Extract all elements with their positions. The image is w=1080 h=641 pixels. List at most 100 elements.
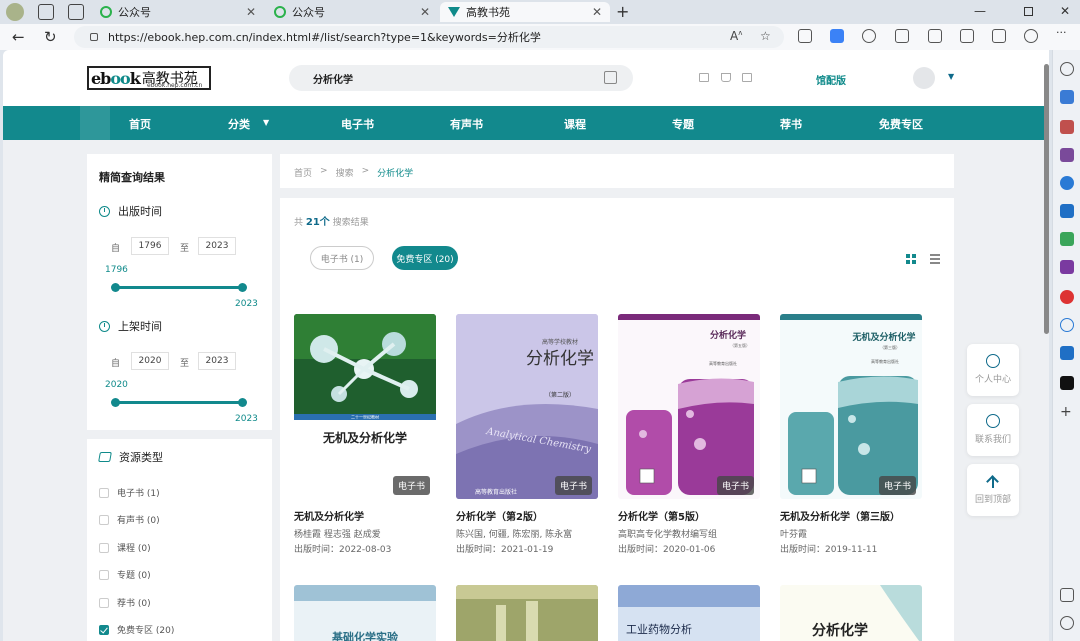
nav-topic[interactable]: 专题 <box>672 116 694 132</box>
onenote-icon[interactable] <box>1060 260 1074 274</box>
book-title[interactable]: 无机及分析化学（第三版） <box>780 508 900 523</box>
personal-center-button[interactable]: 个人中心 <box>967 344 1019 396</box>
book-cover[interactable]: 无机及分析化学 （第三版） 高等教育出版社 <box>780 314 922 499</box>
message-icon[interactable] <box>742 73 752 82</box>
book-cover[interactable]: 工业药物分析 <box>618 585 760 641</box>
checkbox-ebook[interactable]: 电子书 (1) <box>99 486 160 499</box>
book-title[interactable]: 分析化学（第5版） <box>618 508 705 523</box>
add-icon[interactable]: + <box>1060 405 1074 420</box>
close-icon[interactable]: ✕ <box>420 5 430 19</box>
checkbox-box[interactable] <box>99 542 109 553</box>
shelf-time-from-input[interactable]: 2020 <box>131 352 169 370</box>
split-screen-icon[interactable] <box>928 29 942 43</box>
search-box[interactable]: 分析化学 <box>289 65 633 91</box>
book-cover[interactable]: 分析化学 <box>780 585 922 641</box>
tab-hep[interactable]: 高教书苑 ✕ <box>440 2 610 22</box>
user-avatar[interactable] <box>913 67 935 89</box>
outlook-icon[interactable] <box>1060 204 1074 218</box>
copilot-icon[interactable] <box>1060 176 1074 190</box>
nav-ebook[interactable]: 电子书 <box>341 116 374 132</box>
copilot-icon[interactable] <box>1024 29 1038 43</box>
checkbox-topic[interactable]: 专题 (0) <box>99 568 151 581</box>
mail-extension-icon[interactable] <box>830 29 844 43</box>
bookshelf-icon[interactable] <box>699 73 709 82</box>
extension-icon[interactable] <box>862 29 876 43</box>
profile-avatar[interactable] <box>6 3 24 21</box>
checkbox-free-zone[interactable]: 免费专区 (20) <box>99 623 174 636</box>
book-cover[interactable]: 基础化学实验 <box>294 585 436 641</box>
checkbox-box[interactable] <box>99 514 109 525</box>
shelf-time-slider[interactable] <box>111 398 247 407</box>
filter-pill-free-zone[interactable]: 免费专区 (20) <box>392 246 458 270</box>
breadcrumb-search[interactable]: 搜索 <box>336 166 354 179</box>
tag-icon[interactable] <box>1060 90 1074 104</box>
book-cover[interactable] <box>456 585 598 641</box>
back-button[interactable]: ← <box>12 28 25 46</box>
maximize-button[interactable] <box>1024 7 1033 16</box>
checkbox-box[interactable] <box>99 487 109 498</box>
checkbox-audiobook[interactable]: 有声书 (0) <box>99 513 160 526</box>
slider-handle-min[interactable] <box>111 283 120 292</box>
tiktok-icon[interactable] <box>1060 376 1074 390</box>
search-input[interactable]: 分析化学 <box>313 71 353 86</box>
nav-category[interactable]: 分类 <box>228 116 250 132</box>
close-icon[interactable]: ✕ <box>592 5 602 19</box>
settings-gear-icon[interactable] <box>1060 616 1074 630</box>
nav-course[interactable]: 课程 <box>564 116 586 132</box>
book-title[interactable]: 分析化学（第2版） <box>456 508 543 523</box>
shelf-time-to-input[interactable]: 2023 <box>198 352 236 370</box>
tab-gzh-1[interactable]: 公众号 ✕ <box>92 2 264 22</box>
weibo-icon[interactable] <box>1060 290 1074 304</box>
chevron-down-icon[interactable]: ▼ <box>263 118 269 127</box>
tab-gzh-2[interactable]: 公众号 ✕ <box>266 2 438 22</box>
cart-icon[interactable] <box>721 73 731 82</box>
grid-view-icon[interactable] <box>906 254 916 264</box>
translator-icon[interactable] <box>1060 346 1074 360</box>
slider-handle-max[interactable] <box>238 283 247 292</box>
nav-audiobook[interactable]: 有声书 <box>450 116 483 132</box>
favorites-icon[interactable] <box>960 29 974 43</box>
pub-time-from-input[interactable]: 1796 <box>131 237 169 255</box>
nav-recommend[interactable]: 荐书 <box>780 116 802 132</box>
new-tab-button[interactable]: + <box>616 2 629 21</box>
site-logo[interactable]: ebook 高教书苑 ebook.hep.com.cn <box>87 66 211 90</box>
collections-icon[interactable] <box>798 29 812 43</box>
checkbox-box[interactable] <box>99 597 109 608</box>
search-icon[interactable] <box>1060 62 1074 76</box>
address-bar[interactable]: https://ebook.hep.com.cn/index.html#/lis… <box>74 26 784 48</box>
book-title[interactable]: 无机及分析化学 <box>294 508 364 523</box>
book-cover[interactable]: 高等学校教材 分析化学 （第二版） Analytical Chemistry 高… <box>456 314 598 499</box>
minimize-button[interactable]: — <box>974 4 986 18</box>
nav-free-zone[interactable]: 免费专区 <box>879 116 923 132</box>
close-icon[interactable]: ✕ <box>246 5 256 19</box>
checkbox-box[interactable] <box>99 569 109 580</box>
workspaces-icon[interactable] <box>38 4 54 20</box>
checkbox-course[interactable]: 课程 (0) <box>99 541 151 554</box>
filter-pill-ebook[interactable]: 电子书 (1) <box>310 246 374 270</box>
read-aloud-icon[interactable]: Aʌ <box>730 29 742 43</box>
list-view-icon[interactable] <box>930 254 940 264</box>
scrollbar-thumb[interactable] <box>1044 64 1049 334</box>
nav-home[interactable]: 首页 <box>129 116 151 132</box>
book-cover[interactable]: 分析化学 （第五版） 高等教育出版社 <box>618 314 760 499</box>
history-icon[interactable] <box>992 29 1006 43</box>
image-search-icon[interactable] <box>604 71 617 84</box>
checkbox-recommend[interactable]: 荐书 (0) <box>99 596 151 609</box>
refresh-button[interactable]: ↻ <box>44 28 57 46</box>
extensions-puzzle-icon[interactable] <box>895 29 909 43</box>
page-scrollbar[interactable] <box>1044 56 1050 636</box>
games-icon[interactable] <box>1060 148 1074 162</box>
contact-us-button[interactable]: 联系我们 <box>967 404 1019 456</box>
more-menu-icon[interactable]: ··· <box>1056 27 1070 43</box>
layout-icon[interactable] <box>1060 588 1074 602</box>
institution-label[interactable]: 馆配版 <box>816 72 846 87</box>
tab-actions-icon[interactable] <box>68 4 84 20</box>
breadcrumb-home[interactable]: 首页 <box>294 166 312 179</box>
pub-time-to-input[interactable]: 2023 <box>198 237 236 255</box>
wallet-icon[interactable] <box>1060 232 1074 246</box>
pub-time-slider[interactable] <box>111 283 247 292</box>
network-icon[interactable] <box>1060 318 1074 332</box>
book-cover[interactable]: 无机及分析化学 二十一世纪教材 <box>294 314 436 499</box>
favorite-star-icon[interactable]: ☆ <box>760 29 771 43</box>
window-close-button[interactable]: ✕ <box>1060 4 1070 18</box>
